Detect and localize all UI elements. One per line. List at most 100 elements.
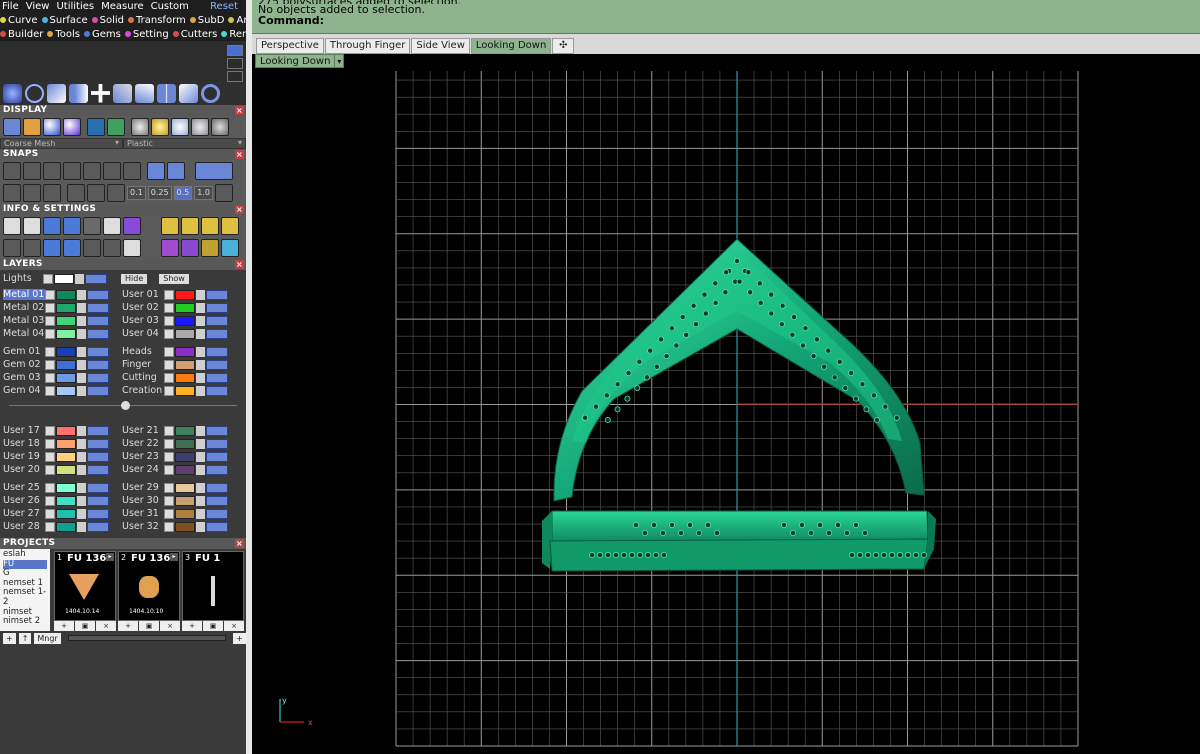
menu-utilities[interactable]: Utilities (56, 1, 94, 12)
layer-visibility[interactable] (85, 273, 107, 284)
lock-icon[interactable] (77, 315, 86, 326)
layer-visibility[interactable] (87, 328, 109, 339)
layer-select-arrow[interactable] (45, 425, 55, 436)
close-icon[interactable]: × (235, 150, 244, 159)
plugin-cutters[interactable]: Cutters (172, 29, 220, 40)
edit-icon[interactable] (103, 217, 121, 235)
add-icon[interactable]: + (118, 621, 138, 631)
layer-color[interactable] (54, 273, 74, 284)
material-steel-icon[interactable] (211, 118, 229, 136)
project-thumbnail[interactable]: 3 FU 1 + ▣ × (182, 551, 244, 631)
project-thumbnail[interactable]: 1 FU 136 ▸ 1404.10.14 + ▣ × (54, 551, 116, 631)
layer-select-arrow[interactable] (164, 289, 174, 300)
cylinder-icon[interactable] (63, 239, 81, 257)
layer-row[interactable]: User 19 (3, 450, 122, 463)
lock-icon[interactable] (196, 482, 205, 493)
layer-select-arrow[interactable] (164, 464, 174, 475)
lock-icon[interactable] (196, 385, 205, 396)
snap-value-0-1[interactable]: 0.1 (127, 186, 146, 200)
layer-select-arrow[interactable] (43, 273, 53, 284)
panel-toggle-3[interactable] (227, 71, 243, 82)
layer-color[interactable] (56, 315, 76, 326)
layer-color[interactable] (56, 425, 76, 436)
project-thumbnail[interactable]: 2 FU 136 ▸ 1404.10.10 + ▣ × (118, 551, 180, 631)
layer-visibility[interactable] (206, 438, 228, 449)
gem-icon[interactable] (123, 217, 141, 235)
plugin-surface[interactable]: Surface (41, 15, 90, 26)
layer-select-arrow[interactable] (164, 495, 174, 506)
lock-icon[interactable] (196, 438, 205, 449)
layer-row[interactable]: Metal 01 (3, 288, 122, 301)
layer-select-arrow[interactable] (45, 346, 55, 357)
cube-icon[interactable] (23, 184, 41, 202)
layer-row[interactable]: Metal 03 (3, 314, 122, 327)
layer-color[interactable] (56, 372, 76, 383)
layer-color[interactable] (56, 289, 76, 300)
layer-visibility[interactable] (206, 495, 228, 506)
lock-icon[interactable] (196, 372, 205, 383)
add-project-button[interactable]: + (3, 632, 16, 644)
layer-select-arrow[interactable] (45, 359, 55, 370)
snap-grid-icon[interactable] (3, 162, 21, 180)
layer-visibility[interactable] (87, 464, 109, 475)
layer-select-arrow[interactable] (45, 521, 55, 532)
layer-row[interactable]: User 32 (122, 520, 241, 533)
layer-row[interactable]: Gem 03 (3, 371, 122, 384)
snap-curve-icon[interactable] (23, 162, 41, 180)
plugin-transform[interactable]: Transform (128, 15, 188, 26)
layer-row[interactable]: User 21 (122, 424, 241, 437)
layer-row[interactable]: User 20 (3, 463, 122, 476)
layer-color[interactable] (175, 372, 195, 383)
upload-project-button[interactable]: ↑ (18, 632, 32, 644)
layer-row[interactable]: User 25 (3, 481, 122, 494)
layer-visibility[interactable] (206, 464, 228, 475)
loft-icon[interactable] (47, 83, 66, 103)
shaded-icon[interactable] (43, 118, 61, 136)
plugin-tools[interactable]: Tools (47, 29, 82, 40)
snap-value-0-25[interactable]: 0.25 (147, 186, 172, 200)
menu-view[interactable]: View (26, 1, 50, 12)
tab-perspective[interactable]: Perspective (256, 38, 324, 54)
layer-row[interactable]: User 24 (122, 463, 241, 476)
delete-icon[interactable]: × (96, 621, 116, 631)
snap-cross-icon[interactable] (43, 162, 61, 180)
layer-row[interactable]: User 01 (122, 288, 241, 301)
command-prompt[interactable]: Command: (258, 15, 1200, 26)
layer-color[interactable] (56, 302, 76, 313)
list-icon[interactable] (123, 239, 141, 257)
layer-color[interactable] (56, 521, 76, 532)
layer-select-arrow[interactable] (164, 385, 174, 396)
layer-color[interactable] (56, 508, 76, 519)
plugin-render[interactable]: Render (221, 29, 246, 40)
layer-color[interactable] (175, 328, 195, 339)
layer-row[interactable]: User 22 (122, 437, 241, 450)
material-select[interactable]: Plastic (123, 138, 246, 149)
layer-visibility[interactable] (87, 482, 109, 493)
snap-value-0-5[interactable]: 0.5 (173, 186, 193, 200)
layer-visibility[interactable] (87, 385, 109, 396)
lock-icon[interactable] (77, 372, 86, 383)
material-platinum-icon[interactable] (171, 118, 189, 136)
filter-icon[interactable] (83, 239, 101, 257)
material-silver-icon[interactable] (131, 118, 149, 136)
settings-icon[interactable] (3, 217, 21, 235)
add-thumbnail-button[interactable]: + (233, 632, 246, 644)
layer-color[interactable] (175, 482, 195, 493)
plugin-a-icon[interactable] (161, 217, 179, 235)
thumbnail-arrow-icon[interactable]: ▸ (106, 553, 114, 561)
thumbnail-scrollbar[interactable] (67, 635, 227, 641)
layer-select-arrow[interactable] (164, 359, 174, 370)
snap-end-icon[interactable] (83, 162, 101, 180)
layer-visibility[interactable] (206, 328, 228, 339)
snap-center-icon[interactable] (103, 162, 121, 180)
layer-visibility[interactable] (206, 346, 228, 357)
render-a-icon[interactable] (161, 239, 179, 257)
layer-row[interactable]: User 23 (122, 450, 241, 463)
lock-icon[interactable] (77, 328, 86, 339)
layer-visibility[interactable] (206, 302, 228, 313)
lock-icon[interactable] (196, 495, 205, 506)
layer-color[interactable] (175, 425, 195, 436)
lock-icon[interactable] (77, 464, 86, 475)
lock-icon[interactable] (77, 521, 86, 532)
layer-select-arrow[interactable] (45, 508, 55, 519)
